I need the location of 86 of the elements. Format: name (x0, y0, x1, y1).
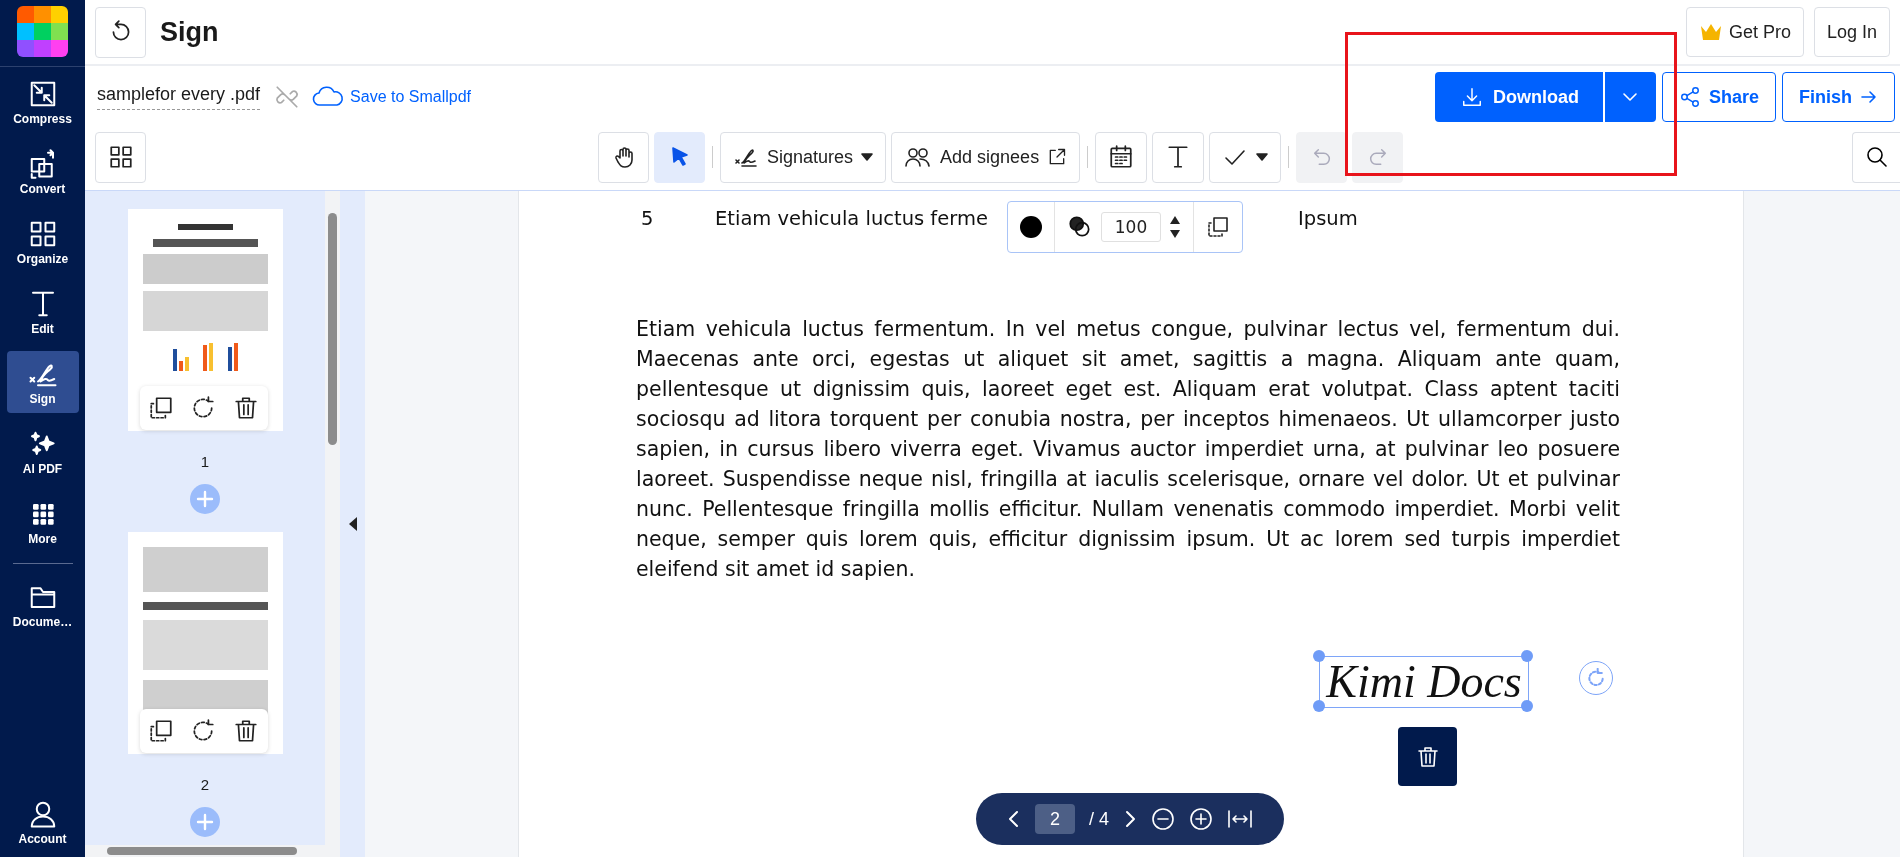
page-field[interactable]: 2 (1035, 804, 1075, 834)
logo-icon[interactable] (17, 6, 68, 57)
triangle-left-icon (348, 517, 357, 531)
resize-handle[interactable] (1313, 650, 1325, 662)
caret-icon (861, 153, 874, 161)
caret-icon (1256, 153, 1269, 161)
sidebar-item[interactable]: Convert (6, 141, 79, 203)
minus-circle-icon (1151, 807, 1175, 831)
resize-handle[interactable] (1313, 700, 1325, 712)
download-button[interactable]: Download (1434, 72, 1603, 122)
signees-tool[interactable]: Add signees (891, 131, 1081, 183)
sidebar-item[interactable]: Docume… (6, 574, 79, 636)
chevron-right-icon (1123, 810, 1137, 828)
duplicate-button[interactable] (147, 395, 174, 421)
chevron-down-icon (1622, 92, 1639, 102)
external-link-icon (1047, 147, 1068, 167)
account-button[interactable]: Account (6, 791, 79, 853)
sidebar-item[interactable]: Sign (6, 351, 79, 413)
sidebar-item[interactable]: Compress (6, 71, 79, 133)
sidebar-item[interactable]: More (6, 491, 79, 553)
zoom-in-button[interactable] (1189, 807, 1213, 831)
previous-page-button[interactable] (1007, 810, 1021, 828)
delete-button[interactable] (233, 395, 260, 421)
delete-button[interactable] (233, 718, 260, 744)
cloud-icon (312, 85, 345, 109)
duplicate-button[interactable] (147, 718, 174, 744)
page-total: / 4 (1089, 808, 1109, 830)
download-icon (1460, 86, 1483, 108)
date-tool[interactable] (1095, 131, 1148, 183)
row-value: Ipsum (1298, 207, 1358, 230)
page-number: 1 (200, 453, 210, 470)
calendar-icon (1108, 144, 1135, 170)
fit-width-button[interactable] (1227, 808, 1253, 830)
share-icon (1678, 86, 1701, 108)
signatures-tool[interactable]: Signatures (720, 131, 887, 183)
page-title: Sign (160, 16, 219, 48)
sidebar-item[interactable]: AI PDF (6, 421, 79, 483)
log-in-button[interactable]: Log In (1813, 7, 1890, 57)
body-paragraph: Etiam vehicula luctus fermentum. In vel metus congue, pulvinar lectus vel, fermentum dui. Maecenas ante orci, egestas ut aliquet sit amet, sagittis a magna. Aliquam ante quam, pellentesque ut dignissim quis, laoreet eget est. Aliquam erat volutpat. Class aptent taciti sociosqu ad litora torquent per conubia nostra, per inceptos himenaeos. Ut ullamcorper justo sapien, in cursus libero viverra eget. Vivamus auctor imperdiet urna, at pulvinar leo posuere laoreet. Suspendisse neque nisl, fringilla at iaculis scelerisque, ornare vel dolor. Ut et pulvinar nunc. Pellentesque fringilla mollis efficitur. Nullam venenatis commodo imperdiet. Morbi velit neque, semper quis lorem quis, efficitur dignissim ipsum. Ut ac lorem sed turpis imperdiet eleifend sit amet id sapien. (636, 316, 1620, 583)
row-number: 5 (641, 207, 654, 230)
search-icon (1864, 145, 1889, 169)
delete-button[interactable] (1398, 727, 1457, 786)
trash-icon (233, 718, 260, 744)
page-number: 2 (200, 776, 210, 793)
zoom-out-button[interactable] (1151, 807, 1175, 831)
resize-handle[interactable] (1521, 650, 1533, 662)
scrollbar-thumb[interactable] (107, 847, 297, 855)
fit-width-icon (1227, 808, 1253, 830)
collapse-button[interactable] (348, 517, 357, 531)
scrollbar-thumb[interactable] (328, 213, 337, 445)
search-button[interactable] (1852, 131, 1900, 183)
download-options-button[interactable] (1602, 72, 1656, 122)
file-name[interactable]: samplefor every .pdf (97, 84, 261, 110)
color-swatch[interactable] (1020, 216, 1042, 238)
arrow-right-icon (1860, 89, 1878, 105)
sidebar-item[interactable]: Organize (6, 211, 79, 273)
crown-icon (1698, 22, 1723, 42)
text-tool[interactable] (1152, 131, 1205, 183)
pointer-tool[interactable] (654, 131, 705, 183)
chevron-left-icon (1007, 810, 1021, 828)
share-button[interactable]: Share (1661, 72, 1776, 122)
plus-icon (196, 813, 214, 831)
plus-icon (196, 490, 214, 508)
sidebar-item[interactable]: Edit (6, 281, 79, 343)
back-button[interactable] (95, 6, 146, 58)
grid-icon (107, 144, 134, 170)
rotate-icon (1586, 668, 1606, 688)
trash-icon (233, 395, 260, 421)
plus-circle-icon (1189, 807, 1213, 831)
save-link[interactable]: Save to Smallpdf (312, 85, 472, 109)
check-tool[interactable] (1209, 131, 1282, 183)
opacity-field[interactable]: 100 (1101, 212, 1161, 242)
duplicate-icon (147, 718, 174, 744)
duplicate-button[interactable] (1206, 215, 1230, 239)
trash-icon (1415, 744, 1440, 769)
unlink-icon (274, 84, 301, 110)
next-page-button[interactable] (1123, 810, 1137, 828)
thumbnails-button[interactable] (95, 131, 146, 183)
people-icon (904, 145, 933, 169)
duplicate-icon (1206, 215, 1230, 239)
get-pro-button[interactable]: Get Pro (1685, 7, 1804, 57)
finish-button[interactable]: Finish (1782, 72, 1895, 122)
duplicate-icon (147, 395, 174, 421)
resize-handle[interactable] (1521, 700, 1533, 712)
hand-tool[interactable] (598, 131, 649, 183)
row-text: Etiam vehicula luctus ferme (715, 207, 988, 230)
